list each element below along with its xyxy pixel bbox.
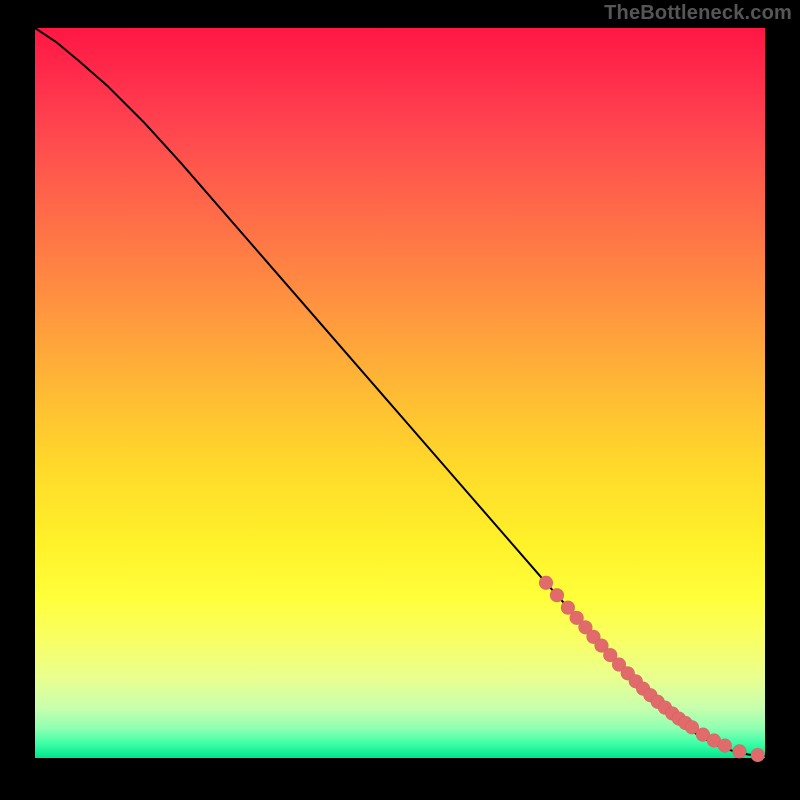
- scatter-points: [539, 576, 765, 762]
- data-point: [539, 576, 553, 590]
- chart-frame: TheBottleneck.com: [0, 0, 800, 800]
- data-point: [732, 744, 746, 758]
- chart-svg: [35, 28, 765, 758]
- plot-area: [35, 28, 765, 758]
- watermark-text: TheBottleneck.com: [604, 2, 792, 25]
- data-point: [718, 739, 732, 753]
- data-point: [550, 588, 564, 602]
- data-point: [751, 748, 765, 762]
- curve-line: [35, 28, 765, 756]
